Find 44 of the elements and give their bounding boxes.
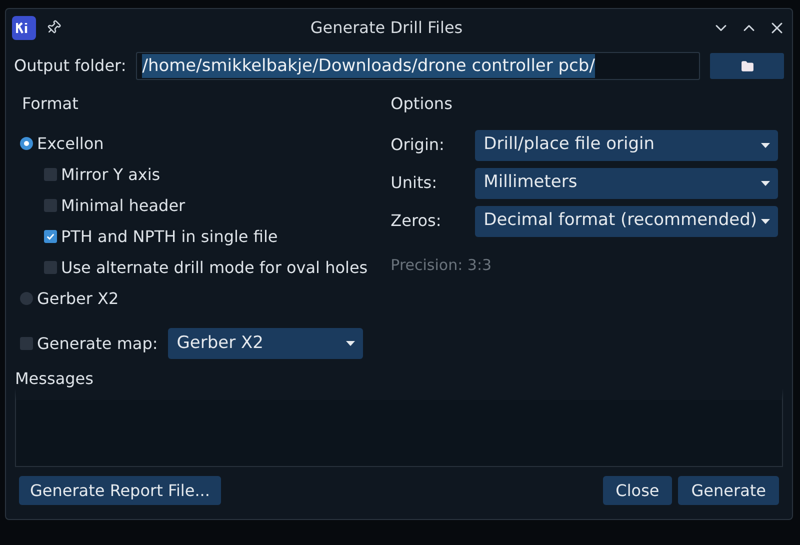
dialog-button[interactable]: Close [602, 476, 672, 505]
caret-icon [761, 218, 770, 224]
section-title: Options [390, 93, 454, 115]
checkbox-label: Generate map: [37, 332, 158, 354]
report-button[interactable]: Generate Report File... [19, 476, 221, 505]
app-logo-icon [12, 16, 36, 40]
dropdown[interactable]: Decimal format (recommended) [474, 206, 778, 236]
dropdown-value: Millimeters [484, 171, 578, 194]
selected-text: /home/smikkelbakje/Downloads/drone controller pcb/ [142, 54, 595, 78]
dropdown-value: Drill/place file origin [484, 133, 654, 156]
field-label: Units: [390, 172, 438, 194]
field-label: Zeros: [390, 210, 442, 232]
field-label: Output folder: [14, 55, 126, 77]
caret-icon [761, 142, 770, 148]
checkbox[interactable] [44, 261, 57, 274]
checkbox[interactable] [20, 337, 33, 350]
checkbox-label: Use alternate drill mode for oval holes [61, 256, 368, 278]
dropdown[interactable]: Gerber X2 [168, 328, 363, 359]
radio-label: Gerber X2 [37, 288, 119, 310]
checkbox[interactable] [44, 168, 57, 181]
field-label: Origin: [390, 134, 446, 156]
radio-label: Excellon [37, 132, 104, 154]
checkbox-label: Mirror Y axis [61, 164, 160, 186]
checkbox[interactable] [44, 199, 57, 212]
radio-button[interactable] [20, 292, 33, 305]
dropdown[interactable]: Millimeters [474, 168, 778, 198]
dropdown-value: Gerber X2 [176, 332, 264, 355]
checkbox-label: PTH and NPTH in single file [61, 226, 278, 248]
dropdown-value: Decimal format (recommended) [484, 209, 757, 232]
section-title: Format [22, 93, 80, 115]
precision-text: Precision: 3:3 [390, 255, 493, 276]
checkmark-icon [46, 232, 55, 241]
section-title: Messages [15, 370, 94, 388]
folder-icon [740, 60, 754, 72]
checkbox-label: Minimal header [61, 194, 186, 216]
radio-button[interactable] [20, 137, 33, 150]
checkbox[interactable] [44, 230, 57, 243]
window-title: Generate Drill Files [310, 16, 463, 38]
browse-button[interactable] [710, 53, 784, 79]
caret-icon [346, 341, 355, 346]
caret-icon [761, 180, 770, 186]
dialog-button[interactable]: Generate [678, 476, 779, 505]
dropdown[interactable]: Drill/place file origin [474, 130, 778, 160]
input-field[interactable]: /home/smikkelbakje/Downloads/drone controller pcb/ [136, 52, 700, 80]
